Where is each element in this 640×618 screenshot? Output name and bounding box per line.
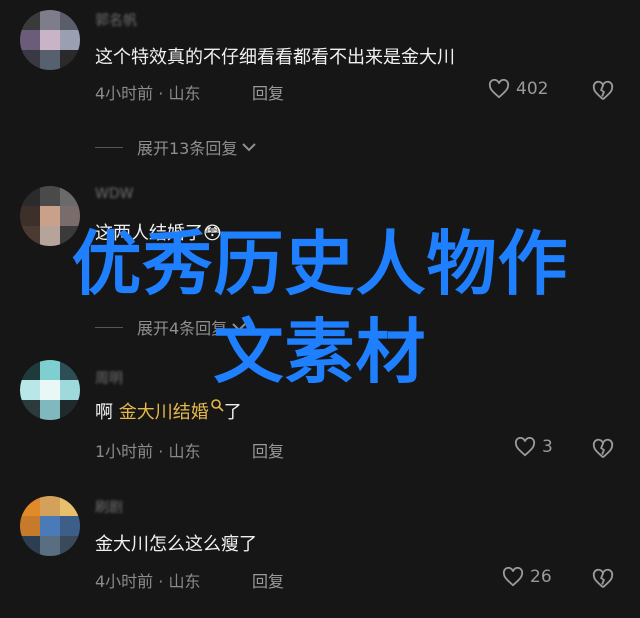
username[interactable]: 周明 [95, 368, 123, 388]
chevron-down-icon [242, 143, 257, 152]
comment-text: 这个特效真的不仔细看看都看不出来是金大川 [95, 47, 455, 68]
emoji: 😳 [203, 223, 222, 244]
username[interactable]: WDW [95, 186, 133, 202]
divider-line [95, 326, 123, 328]
comment-time: 1小时前 [95, 442, 154, 461]
broken-heart-icon[interactable] [592, 568, 614, 590]
comment-meta: 4小时前 · 山东 [95, 84, 201, 103]
broken-heart-icon[interactable] [592, 80, 614, 102]
comment-text: 这两人结婚了😳 [95, 219, 222, 245]
divider-line [95, 146, 123, 148]
avatar[interactable] [20, 360, 80, 420]
comment-location: 山东 [168, 84, 201, 103]
comment-text: 啊 金大川结婚了 [95, 398, 242, 424]
expand-replies-button[interactable]: 展开13条回复 [95, 135, 257, 159]
like-count: 3 [542, 437, 553, 457]
like-count: 26 [530, 567, 552, 587]
reply-button[interactable]: 回复 [252, 568, 284, 592]
comment-time: 4小时前 [95, 572, 154, 591]
broken-heart-icon[interactable] [592, 438, 614, 460]
like-button[interactable]: 402 [488, 79, 548, 99]
comment-time: 4小时前 [95, 84, 154, 103]
search-link-text: 金大川结婚 [118, 402, 209, 423]
comment-meta: 4小时前 · 山东 [95, 572, 201, 591]
reply-button[interactable]: 回复 [252, 80, 284, 104]
like-button[interactable]: 3 [514, 437, 553, 457]
expand-replies-button[interactable]: 展开4条回复 [95, 315, 247, 339]
heart-icon [502, 567, 524, 587]
username[interactable]: 刷剧 [95, 497, 123, 517]
avatar[interactable] [20, 10, 80, 70]
comment-text-suffix: 了 [223, 402, 242, 423]
comment-text-body: 这两人结婚了 [95, 223, 203, 244]
search-icon [210, 399, 224, 412]
like-count: 402 [516, 79, 549, 99]
comment-location: 山东 [168, 572, 201, 591]
comment-text-prefix: 啊 [95, 402, 113, 423]
expand-label: 展开13条回复 [137, 139, 238, 158]
avatar[interactable] [20, 186, 80, 246]
expand-label: 展开4条回复 [137, 319, 228, 338]
comment-text: 金大川怎么这么瘦了 [95, 534, 257, 555]
comment-location: 山东 [168, 442, 201, 461]
reply-button[interactable]: 回复 [252, 438, 284, 462]
like-button[interactable]: 26 [502, 567, 552, 587]
comment-meta: 1小时前 · 山东 [95, 442, 201, 461]
avatar[interactable] [20, 496, 80, 556]
heart-icon [514, 437, 536, 457]
username[interactable]: 郭名帆 [95, 10, 137, 30]
chevron-down-icon [232, 323, 246, 332]
heart-icon [488, 79, 510, 99]
search-link[interactable]: 金大川结婚 [118, 399, 224, 423]
